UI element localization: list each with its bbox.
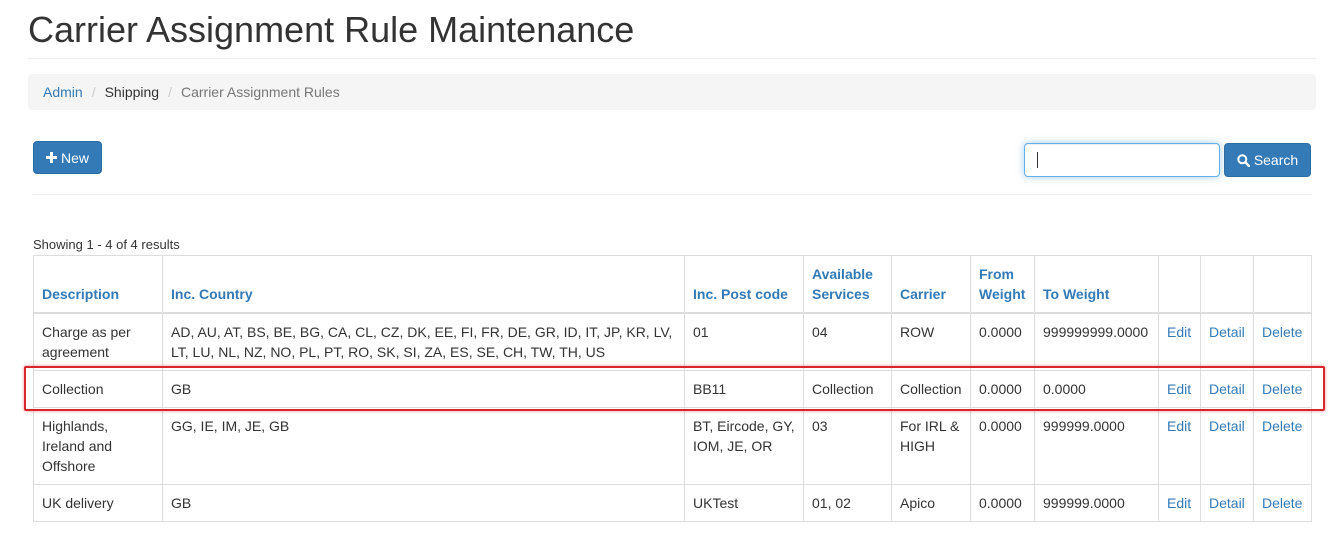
table-row: UK delivery GB UKTest 01, 02 Apico 0.000… (33, 484, 1312, 522)
cell-available-services: 01, 02 (803, 484, 892, 522)
new-button[interactable]: New (33, 141, 102, 174)
cell-to-weight: 0.0000 (1034, 370, 1159, 408)
cell-to-weight: 999999999.0000 (1034, 312, 1159, 371)
cell-carrier: Collection (891, 370, 971, 408)
cell-inc-postcode: 01 (684, 312, 804, 371)
breadcrumb-admin[interactable]: Admin (43, 84, 83, 100)
delete-link[interactable]: Delete (1262, 381, 1302, 397)
cell-available-services: Collection (803, 370, 892, 408)
cell-edit: Edit (1158, 370, 1201, 408)
detail-link[interactable]: Detail (1209, 418, 1245, 434)
cell-carrier: ROW (891, 312, 971, 371)
edit-link[interactable]: Edit (1167, 381, 1191, 397)
search-button[interactable]: Search (1224, 143, 1311, 177)
search-input[interactable] (1024, 143, 1220, 177)
cell-inc-postcode: UKTest (684, 484, 804, 522)
cell-carrier: For IRL & HIGH (891, 407, 971, 485)
delete-link[interactable]: Delete (1262, 324, 1302, 340)
text-cursor (1037, 152, 1038, 168)
cell-carrier: Apico (891, 484, 971, 522)
search-icon (1237, 153, 1250, 167)
header-detail (1200, 255, 1254, 314)
cell-delete: Delete (1253, 370, 1312, 408)
cell-edit: Edit (1158, 407, 1201, 485)
edit-link[interactable]: Edit (1167, 324, 1191, 340)
new-button-label: New (60, 149, 89, 166)
delete-link[interactable]: Delete (1262, 495, 1302, 511)
cell-inc-country: AD, AU, AT, BS, BE, BG, CA, CL, CZ, DK, … (162, 312, 685, 371)
table-header-row: Description Inc. Country Inc. Post code … (33, 255, 1312, 314)
edit-link[interactable]: Edit (1167, 495, 1191, 511)
detail-link[interactable]: Detail (1209, 495, 1245, 511)
cell-edit: Edit (1158, 484, 1201, 522)
table-row: Charge as per agreement AD, AU, AT, BS, … (33, 312, 1312, 371)
header-to-weight[interactable]: To Weight (1034, 255, 1159, 314)
cell-from-weight: 0.0000 (970, 370, 1035, 408)
cell-delete: Delete (1253, 407, 1312, 485)
header-edit (1158, 255, 1201, 314)
cell-description: Charge as per agreement (33, 312, 163, 371)
cell-from-weight: 0.0000 (970, 407, 1035, 485)
page-title: Carrier Assignment Rule Maintenance (28, 9, 635, 50)
cell-inc-postcode: BB11 (684, 370, 804, 408)
rules-table: Description Inc. Country Inc. Post code … (33, 255, 1312, 522)
edit-link[interactable]: Edit (1167, 418, 1191, 434)
cell-detail: Detail (1200, 407, 1254, 485)
title-divider (28, 58, 1316, 59)
breadcrumb-current: Carrier Assignment Rules (180, 84, 340, 100)
cell-available-services: 04 (803, 312, 892, 371)
breadcrumb-shipping: Shipping (104, 84, 160, 100)
header-inc-country[interactable]: Inc. Country (162, 255, 685, 314)
breadcrumb-separator: / (91, 84, 96, 100)
header-carrier[interactable]: Carrier (891, 255, 971, 314)
plus-icon (45, 152, 57, 163)
results-summary: Showing 1 - 4 of 4 results (33, 237, 180, 252)
search-button-label: Search (1253, 152, 1299, 168)
header-available-services[interactable]: Available Services (803, 255, 892, 314)
cell-available-services: 03 (803, 407, 892, 485)
cell-detail: Detail (1200, 484, 1254, 522)
cell-delete: Delete (1253, 312, 1312, 371)
cell-edit: Edit (1158, 312, 1201, 371)
cell-description: Collection (33, 370, 163, 408)
cell-inc-country: GG, IE, IM, JE, GB (162, 407, 685, 485)
cell-inc-postcode: BT, Eircode, GY, IOM, JE, OR (684, 407, 804, 485)
cell-inc-country: GB (162, 370, 685, 408)
cell-from-weight: 0.0000 (970, 484, 1035, 522)
delete-link[interactable]: Delete (1262, 418, 1302, 434)
header-description[interactable]: Description (33, 255, 163, 314)
table-row: Collection GB BB11 Collection Collection… (33, 370, 1312, 408)
cell-inc-country: GB (162, 484, 685, 522)
cell-to-weight: 999999.0000 (1034, 484, 1159, 522)
breadcrumb: Admin / Shipping / Carrier Assignment Ru… (28, 74, 1316, 110)
cell-description: UK delivery (33, 484, 163, 522)
cell-description: Highlands, Ireland and Offshore (33, 407, 163, 485)
table-row: Highlands, Ireland and Offshore GG, IE, … (33, 407, 1312, 485)
header-delete (1253, 255, 1312, 314)
header-inc-postcode[interactable]: Inc. Post code (684, 255, 804, 314)
header-from-weight[interactable]: From Weight (970, 255, 1035, 314)
detail-link[interactable]: Detail (1209, 381, 1245, 397)
cell-detail: Detail (1200, 312, 1254, 371)
detail-link[interactable]: Detail (1209, 324, 1245, 340)
breadcrumb-separator: / (168, 84, 172, 100)
cell-from-weight: 0.0000 (970, 312, 1035, 371)
cell-delete: Delete (1253, 484, 1312, 522)
cell-to-weight: 999999.0000 (1034, 407, 1159, 485)
cell-detail: Detail (1200, 370, 1254, 408)
toolbar-divider (33, 194, 1311, 195)
